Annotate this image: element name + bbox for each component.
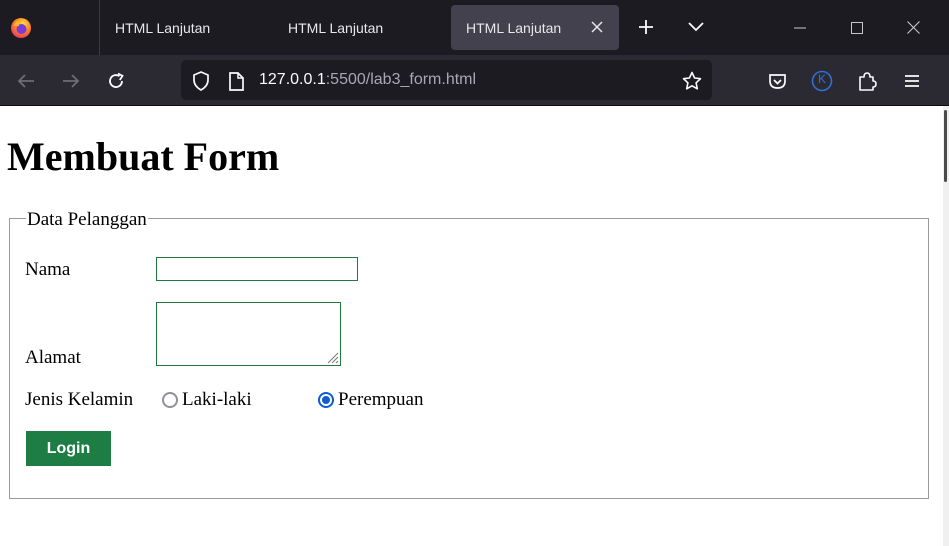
menu-button[interactable]: [897, 66, 927, 96]
firefox-logo-area: [0, 0, 100, 55]
tab-active[interactable]: HTML Lanjutan: [451, 5, 619, 50]
maximize-icon: [851, 21, 863, 34]
minimize-icon: [794, 27, 806, 28]
forward-button[interactable]: [56, 66, 86, 96]
tab-1[interactable]: HTML Lanjutan: [100, 5, 272, 50]
minimize-button[interactable]: [772, 0, 828, 55]
reload-button[interactable]: [101, 66, 131, 96]
resize-grip-icon[interactable]: [325, 350, 339, 364]
back-button[interactable]: [11, 66, 41, 96]
radio-perempuan[interactable]: [318, 392, 334, 408]
profile-initial: K: [817, 72, 826, 86]
page-icon[interactable]: [225, 70, 247, 92]
firefox-icon: [10, 17, 31, 38]
shield-icon[interactable]: [190, 70, 212, 92]
arrow-right-icon: [63, 74, 80, 88]
close-icon: [906, 21, 920, 34]
form-fieldset: [9, 218, 929, 499]
nama-label: Nama: [25, 259, 71, 280]
tab-active-label: HTML Lanjutan: [466, 19, 562, 36]
profile-button[interactable]: K: [807, 66, 837, 96]
radio-laki-laki-label[interactable]: Laki-laki: [182, 388, 252, 412]
radio-perempuan-label[interactable]: Perempuan: [338, 388, 423, 412]
page-scrollbar[interactable]: [943, 106, 949, 546]
puzzle-icon: [859, 72, 877, 91]
nav-bar: 127.0.0.1:5500/lab3_form.html K: [0, 55, 949, 106]
new-tab-button[interactable]: [632, 13, 660, 41]
url-bar[interactable]: 127.0.0.1:5500/lab3_form.html: [181, 60, 712, 100]
pocket-icon: [768, 73, 786, 89]
tab-2[interactable]: HTML Lanjutan: [273, 5, 445, 50]
jenis-kelamin-label: Jenis Kelamin: [25, 389, 134, 410]
page-title: Membuat Form: [7, 134, 280, 179]
close-window-button[interactable]: [885, 0, 941, 55]
fieldset-legend: Data Pelanggan: [26, 208, 148, 232]
tab-bar: HTML Lanjutan HTML Lanjutan HTML Lanjuta…: [0, 0, 949, 55]
url-path: :5500/lab3_form.html: [325, 71, 477, 88]
login-button[interactable]: Login: [26, 431, 111, 466]
tab-2-label: HTML Lanjutan: [288, 19, 384, 36]
arrow-left-icon: [17, 74, 34, 88]
plus-icon: [639, 20, 653, 34]
url-text[interactable]: 127.0.0.1:5500/lab3_form.html: [259, 71, 476, 89]
close-tab-icon[interactable]: [587, 17, 607, 37]
tab-1-label: HTML Lanjutan: [115, 19, 211, 36]
pocket-button[interactable]: [762, 66, 792, 96]
scrollbar-thumb[interactable]: [944, 110, 947, 182]
chevron-down-icon: [688, 22, 704, 32]
bookmark-star-icon[interactable]: [681, 70, 703, 92]
maximize-button[interactable]: [829, 0, 885, 55]
hamburger-menu-icon: [905, 75, 919, 87]
reload-icon: [109, 72, 124, 88]
alamat-textarea[interactable]: [156, 302, 341, 366]
nama-input[interactable]: [156, 257, 358, 281]
alamat-label: Alamat: [25, 347, 81, 368]
radio-laki-laki[interactable]: [162, 392, 178, 408]
extensions-button[interactable]: [852, 66, 882, 96]
url-host: 127.0.0.1: [259, 71, 326, 88]
list-tabs-button[interactable]: [682, 13, 710, 41]
page-content: Membuat Form Data Pelanggan Nama Alamat …: [0, 106, 943, 546]
